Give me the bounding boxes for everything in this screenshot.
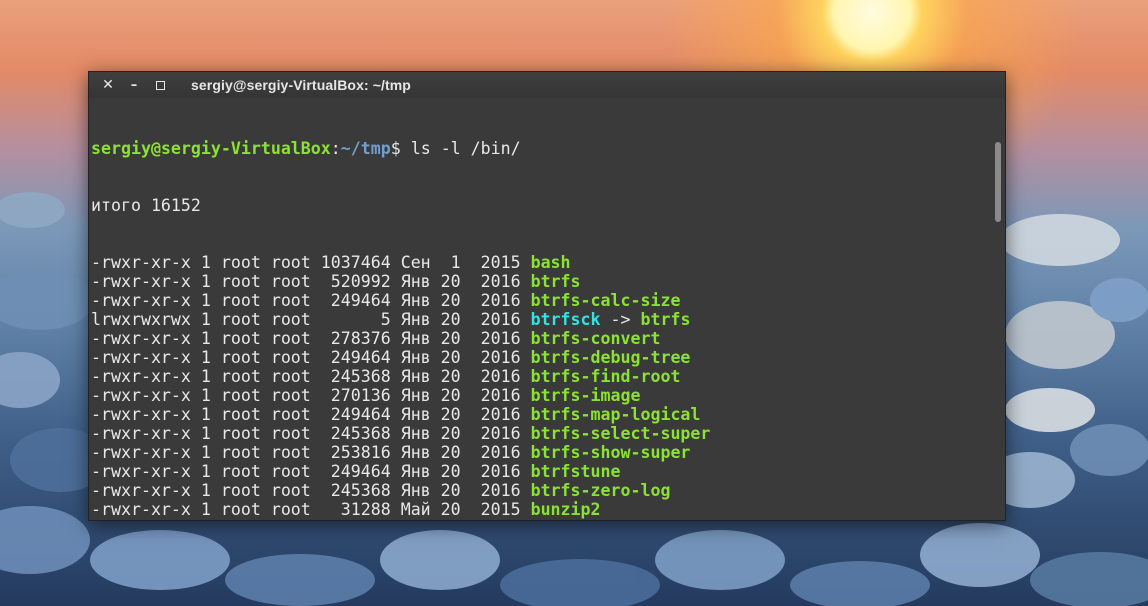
file-meta: -rwxr-xr-x 1 root root 249464 Янв 20 201… [91, 462, 531, 481]
prompt-user-host: sergiy@sergiy-VirtualBox [91, 139, 331, 158]
listing-row: -rwxr-xr-x 1 root root 1037464 Сен 1 201… [91, 253, 991, 272]
listing-row: -rwxr-xr-x 1 root root 249464 Янв 20 201… [91, 405, 991, 424]
file-name: bunzip2 [530, 500, 601, 519]
listing-row: -rwxr-xr-x 1 root root 245368 Янв 20 201… [91, 481, 991, 500]
prompt-path: ~/tmp [340, 139, 391, 158]
file-meta: -rwxr-xr-x 1 root root 278376 Янв 20 201… [91, 329, 531, 348]
file-meta: -rwxr-xr-x 1 root root 1037464 Сен 1 201… [91, 253, 531, 272]
window-title: sergiy@sergiy-VirtualBox: ~/tmp [191, 77, 411, 93]
symlink-arrow: -> [600, 310, 641, 329]
listing-row: -rwxr-xr-x 1 root root 249464 Янв 20 201… [91, 348, 991, 367]
symlink-name: btrfsck [530, 310, 601, 329]
prompt-line: sergiy@sergiy-VirtualBox:~/tmp$ ls -l /b… [91, 139, 991, 158]
file-name: btrfs-zero-log [530, 481, 671, 500]
listing-row: -rwxr-xr-x 1 root root 249464 Янв 20 201… [91, 291, 991, 310]
scrollbar[interactable] [993, 100, 1003, 520]
file-name: btrfs-select-super [530, 424, 711, 443]
file-name: btrfs-debug-tree [530, 348, 691, 367]
terminal-output[interactable]: sergiy@sergiy-VirtualBox:~/tmp$ ls -l /b… [91, 101, 991, 520]
listing-row: -rwxr-xr-x 1 root root 249464 Янв 20 201… [91, 462, 991, 481]
listing-row: -rwxr-xr-x 1 root root 31288 Май 20 2015… [91, 500, 991, 519]
terminal-window[interactable]: ✕ – sergiy@sergiy-VirtualBox: ~/tmp serg… [88, 71, 1006, 521]
file-meta: -rwxr-xr-x 1 root root 1964536 Авг 19 20… [91, 519, 531, 520]
file-name: btrfstune [530, 462, 621, 481]
listing-row: lrwxrwxrwx 1 root root 5 Янв 20 2016 btr… [91, 310, 991, 329]
file-name: btrfs [530, 272, 581, 291]
file-meta: -rwxr-xr-x 1 root root 249464 Янв 20 201… [91, 405, 531, 424]
listing-row: -rwxr-xr-x 1 root root 245368 Янв 20 201… [91, 424, 991, 443]
listing-row: -rwxr-xr-x 1 root root 253816 Янв 20 201… [91, 443, 991, 462]
prompt-separator: : [330, 139, 341, 158]
prompt-symbol: $ [390, 139, 401, 158]
file-name: btrfs-calc-size [530, 291, 681, 310]
listing-row: -rwxr-xr-x 1 root root 245368 Янв 20 201… [91, 367, 991, 386]
listing-row: -rwxr-xr-x 1 root root 278376 Янв 20 201… [91, 329, 991, 348]
file-meta: lrwxrwxrwx 1 root root 5 Янв 20 2016 [91, 310, 531, 329]
command-text: ls -l /bin/ [400, 139, 521, 158]
file-meta: -rwxr-xr-x 1 root root 245368 Янв 20 201… [91, 367, 531, 386]
file-meta: -rwxr-xr-x 1 root root 520992 Янв 20 201… [91, 272, 531, 291]
file-name: btrfs-find-root [530, 367, 681, 386]
close-icon[interactable]: ✕ [95, 72, 121, 98]
file-meta: -rwxr-xr-x 1 root root 31288 Май 20 2015 [91, 500, 531, 519]
file-name: bash [530, 253, 571, 272]
scrollbar-thumb[interactable] [995, 142, 1001, 222]
file-meta: -rwxr-xr-x 1 root root 270136 Янв 20 201… [91, 386, 531, 405]
file-name: btrfs-map-logical [530, 405, 701, 424]
file-meta: -rwxr-xr-x 1 root root 245368 Янв 20 201… [91, 481, 531, 500]
file-meta: -rwxr-xr-x 1 root root 253816 Янв 20 201… [91, 443, 531, 462]
total-line: итого 16152 [91, 196, 201, 215]
minimize-icon[interactable]: – [121, 72, 147, 98]
listing-row: -rwxr-xr-x 1 root root 1964536 Авг 19 20… [91, 519, 991, 520]
file-name: busybox [531, 519, 601, 520]
listing-row: -rwxr-xr-x 1 root root 520992 Янв 20 201… [91, 272, 991, 291]
file-meta: -rwxr-xr-x 1 root root 249464 Янв 20 201… [91, 348, 531, 367]
file-listing: -rwxr-xr-x 1 root root 1037464 Сен 1 201… [91, 253, 991, 520]
file-meta: -rwxr-xr-x 1 root root 245368 Янв 20 201… [91, 424, 531, 443]
file-meta: -rwxr-xr-x 1 root root 249464 Янв 20 201… [91, 291, 531, 310]
window-titlebar[interactable]: ✕ – sergiy@sergiy-VirtualBox: ~/tmp [89, 72, 1005, 98]
maximize-icon[interactable] [147, 72, 173, 98]
file-name: btrfs-convert [530, 329, 661, 348]
symlink-target: btrfs [640, 310, 691, 329]
file-name: btrfs-show-super [530, 443, 691, 462]
file-name: btrfs-image [530, 386, 641, 405]
listing-row: -rwxr-xr-x 1 root root 270136 Янв 20 201… [91, 386, 991, 405]
